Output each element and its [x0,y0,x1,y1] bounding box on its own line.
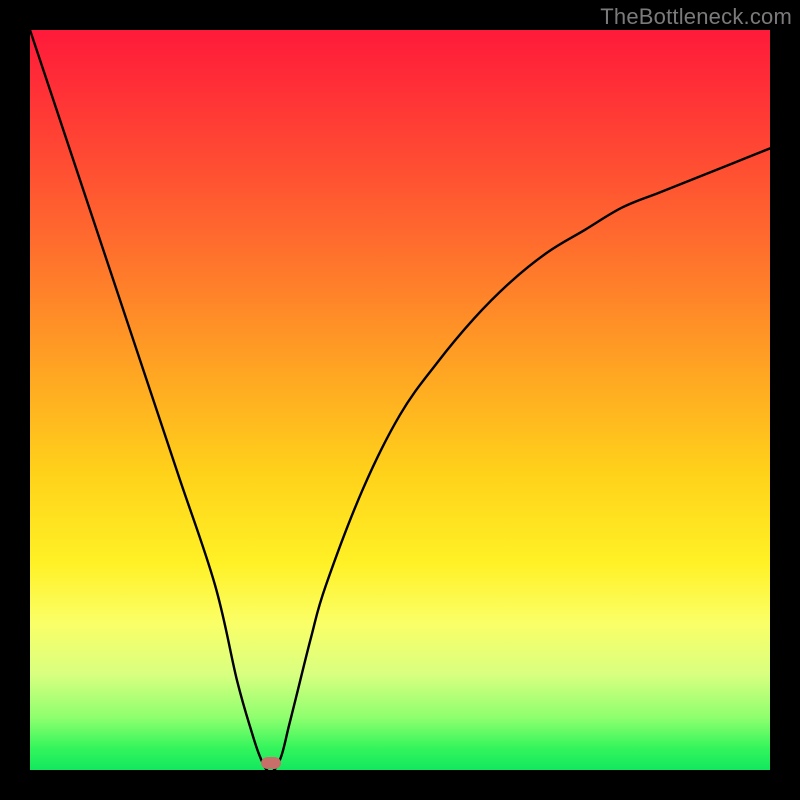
bottleneck-curve [30,30,770,770]
optimal-point-marker [261,757,281,769]
watermark-text: TheBottleneck.com [600,4,792,30]
chart-frame: TheBottleneck.com [0,0,800,800]
plot-area [30,30,770,770]
